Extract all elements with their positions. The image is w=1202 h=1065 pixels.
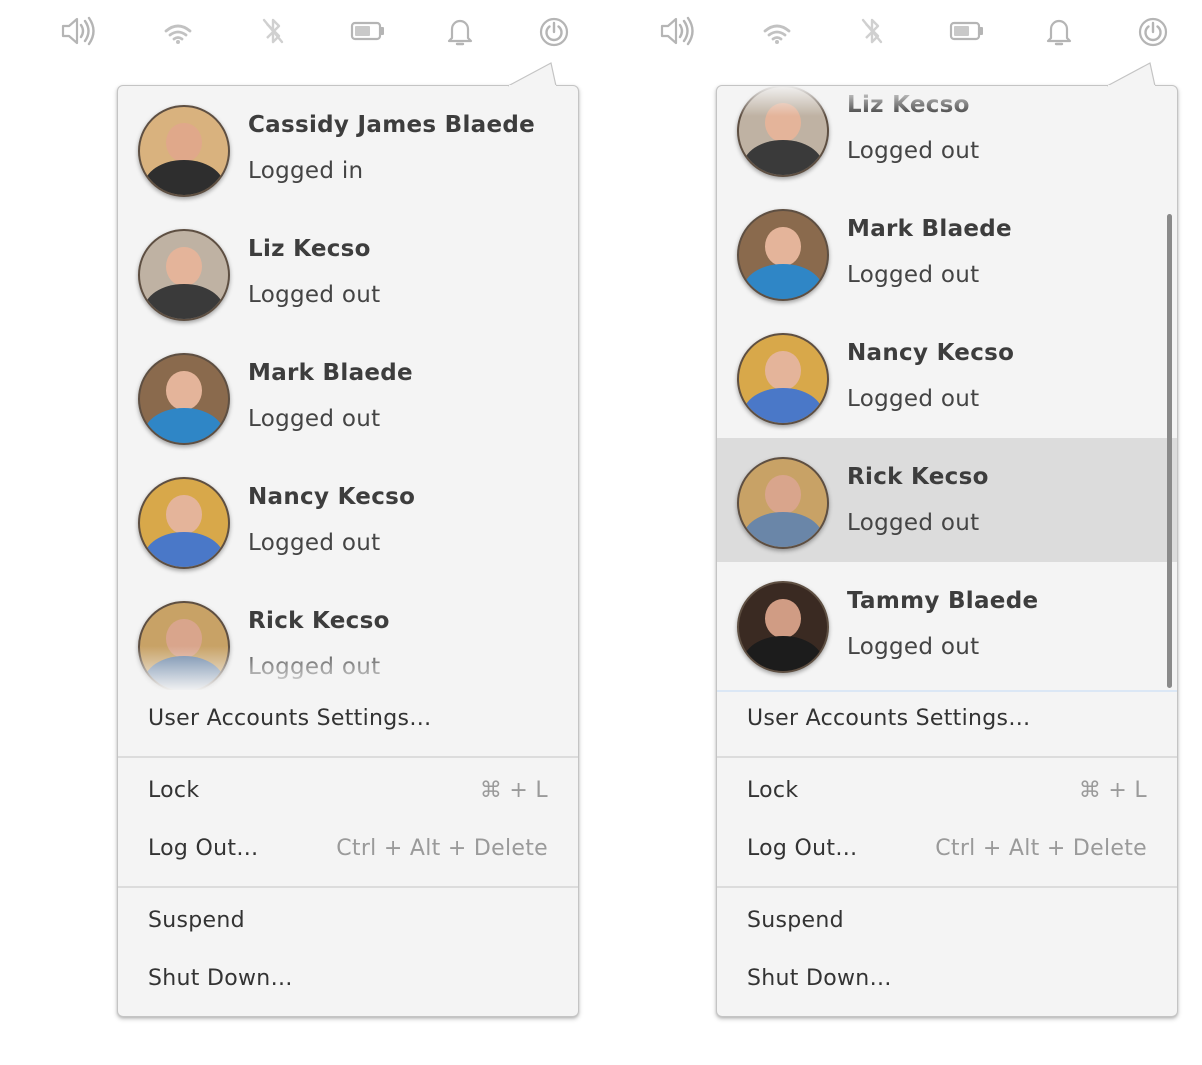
scrollbar[interactable]: [1167, 214, 1172, 688]
power-icon[interactable]: [533, 10, 575, 52]
volume-icon[interactable]: [656, 10, 698, 52]
suspend-item[interactable]: Suspend: [118, 894, 578, 952]
log-out-shortcut: Ctrl + Alt + Delete: [336, 836, 548, 861]
panel-right: Liz Kecso Logged out Mark Blaede Logged …: [599, 0, 1199, 1065]
user-status: Logged out: [248, 654, 381, 680]
avatar: [737, 333, 829, 425]
user-name: Mark Blaede: [847, 216, 1012, 242]
log-out-item[interactable]: Log Out… Ctrl + Alt + Delete: [717, 822, 1177, 880]
wifi-icon[interactable]: [756, 10, 798, 52]
avatar: [737, 209, 829, 301]
user-row[interactable]: Mark Blaede Logged out: [118, 334, 578, 458]
user-status: Logged in: [248, 158, 364, 184]
volume-icon[interactable]: [57, 10, 99, 52]
user-status: Logged out: [248, 530, 381, 556]
separator: [118, 756, 578, 758]
shut-down-item[interactable]: Shut Down…: [717, 952, 1177, 1010]
lock-shortcut: ⌘ + L: [479, 778, 548, 803]
wifi-icon[interactable]: [157, 10, 199, 52]
panel-left: Cassidy James Blaede Logged in Liz Kecso…: [0, 0, 600, 1065]
user-status: Logged out: [847, 510, 980, 536]
battery-icon[interactable]: [347, 10, 389, 52]
user-list[interactable]: Cassidy James Blaede Logged in Liz Kecso…: [118, 86, 578, 690]
lock-item[interactable]: Lock ⌘ + L: [118, 764, 578, 822]
log-out-shortcut: Ctrl + Alt + Delete: [935, 836, 1147, 861]
log-out-label: Log Out…: [148, 836, 259, 861]
user-accounts-settings-item[interactable]: User Accounts Settings…: [118, 692, 578, 750]
user-status: Logged out: [847, 386, 980, 412]
user-accounts-settings-label: User Accounts Settings…: [747, 706, 1031, 731]
avatar: [138, 229, 230, 321]
user-row[interactable]: Nancy Kecso Logged out: [717, 314, 1177, 438]
user-name: Nancy Kecso: [847, 340, 1015, 366]
notifications-bell-icon[interactable]: [1038, 10, 1080, 52]
separator: [717, 886, 1177, 888]
separator: [717, 756, 1177, 758]
user-name: Rick Kecso: [847, 464, 989, 490]
lock-label: Lock: [747, 778, 799, 803]
shut-down-label: Shut Down…: [148, 966, 293, 991]
user-row[interactable]: Cassidy James Blaede Logged in: [118, 86, 578, 210]
user-row[interactable]: Nancy Kecso Logged out: [118, 458, 578, 582]
user-status: Logged out: [847, 138, 980, 164]
lock-label: Lock: [148, 778, 200, 803]
user-session-popover: Liz Kecso Logged out Mark Blaede Logged …: [716, 85, 1178, 1017]
user-row[interactable]: Liz Kecso Logged out: [118, 210, 578, 334]
avatar: [737, 581, 829, 673]
user-row[interactable]: Mark Blaede Logged out: [717, 190, 1177, 314]
separator: [118, 886, 578, 888]
user-status: Logged out: [248, 282, 381, 308]
avatar: [138, 353, 230, 445]
user-session-popover: Cassidy James Blaede Logged in Liz Kecso…: [117, 85, 579, 1017]
bluetooth-disabled-icon[interactable]: [252, 10, 294, 52]
user-name: Mark Blaede: [248, 360, 413, 386]
popover-arrow: [508, 62, 557, 88]
shut-down-label: Shut Down…: [747, 966, 892, 991]
user-name: Liz Kecso: [248, 236, 371, 262]
user-name: Cassidy James Blaede: [248, 112, 536, 138]
log-out-label: Log Out…: [747, 836, 858, 861]
suspend-label: Suspend: [148, 908, 245, 933]
user-list[interactable]: Liz Kecso Logged out Mark Blaede Logged …: [717, 86, 1177, 690]
popover-arrow: [1107, 62, 1156, 88]
user-status: Logged out: [847, 262, 980, 288]
user-status: Logged out: [847, 634, 980, 660]
log-out-item[interactable]: Log Out… Ctrl + Alt + Delete: [118, 822, 578, 880]
system-tray: [599, 10, 1199, 52]
avatar: [138, 477, 230, 569]
avatar: [138, 105, 230, 197]
user-status: Logged out: [248, 406, 381, 432]
user-name: Liz Kecso: [847, 92, 970, 118]
bluetooth-disabled-icon[interactable]: [851, 10, 893, 52]
user-row[interactable]: Rick Kecso Logged out: [118, 582, 578, 690]
suspend-item[interactable]: Suspend: [717, 894, 1177, 952]
user-name: Rick Kecso: [248, 608, 390, 634]
user-row[interactable]: Tammy Blaede Logged out: [717, 562, 1177, 686]
lock-shortcut: ⌘ + L: [1078, 778, 1147, 803]
system-tray: [0, 10, 600, 52]
avatar: [138, 601, 230, 690]
user-name: Nancy Kecso: [248, 484, 416, 510]
user-name: Tammy Blaede: [847, 588, 1039, 614]
shut-down-item[interactable]: Shut Down…: [118, 952, 578, 1010]
suspend-label: Suspend: [747, 908, 844, 933]
user-accounts-settings-item[interactable]: User Accounts Settings…: [717, 692, 1177, 750]
power-icon[interactable]: [1132, 10, 1174, 52]
lock-item[interactable]: Lock ⌘ + L: [717, 764, 1177, 822]
notifications-bell-icon[interactable]: [439, 10, 481, 52]
avatar: [737, 457, 829, 549]
avatar: [737, 86, 829, 177]
user-row[interactable]: Liz Kecso Logged out: [717, 86, 1177, 190]
user-accounts-settings-label: User Accounts Settings…: [148, 706, 432, 731]
user-row-selected[interactable]: Rick Kecso Logged out: [717, 438, 1177, 562]
battery-icon[interactable]: [946, 10, 988, 52]
